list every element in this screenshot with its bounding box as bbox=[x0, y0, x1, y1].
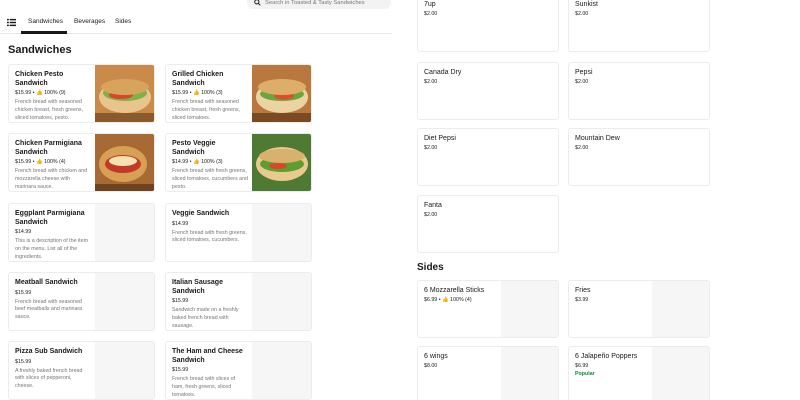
item-price: $6.99 bbox=[575, 362, 589, 369]
section-title-sandwiches: Sandwiches bbox=[8, 44, 72, 56]
item-price: $14.99 bbox=[172, 220, 189, 227]
item-name: Canada Dry bbox=[424, 69, 462, 76]
item-description: French bread with seasoned chicken breas… bbox=[172, 99, 241, 121]
menu-item-card[interactable]: Pesto Veggie Sandwich $14.99 • 👍 100% (3… bbox=[165, 133, 312, 192]
beverage-card[interactable]: 7up $2.00 bbox=[417, 0, 559, 52]
menu-item-card[interactable]: The Ham and Cheese Sandwich $15.99 Frenc… bbox=[165, 341, 312, 400]
item-price: $15.99 bbox=[172, 298, 189, 304]
beverage-card[interactable]: Canada Dry $2.00 bbox=[417, 62, 559, 120]
item-price-rating: $15.99 • 👍 100% (4) bbox=[15, 159, 66, 165]
item-name: Diet Pepsi bbox=[424, 135, 456, 142]
item-name: Sunkist bbox=[575, 1, 598, 8]
image-placeholder bbox=[95, 342, 154, 399]
image-placeholder bbox=[652, 281, 709, 337]
beverage-card[interactable]: Pepsi $2.00 bbox=[568, 62, 710, 120]
item-price: $2.00 bbox=[575, 144, 589, 151]
search-input[interactable] bbox=[265, 0, 387, 8]
item-price: $2.00 bbox=[424, 78, 438, 85]
item-description: French bread with fresh greens, sliced t… bbox=[172, 229, 247, 244]
category-list-icon[interactable] bbox=[7, 18, 16, 27]
item-price: $14.99 bbox=[15, 229, 32, 235]
item-name: Fanta bbox=[424, 202, 442, 209]
item-name: Italian Sausage Sandwich bbox=[172, 279, 223, 295]
side-item-card[interactable]: 6 wings $8.00 bbox=[417, 346, 559, 400]
active-tab-indicator bbox=[21, 31, 67, 34]
search-icon bbox=[254, 0, 261, 6]
item-name: Mountain Dew bbox=[575, 135, 620, 142]
item-name: Pizza Sub Sandwich bbox=[15, 348, 83, 355]
beverage-card[interactable]: Diet Pepsi $2.00 bbox=[417, 128, 559, 186]
item-price: $2.00 bbox=[575, 10, 589, 17]
menu-item-card[interactable]: Grilled Chicken Sandwich $15.99 • 👍 100%… bbox=[165, 64, 312, 123]
sandwich-photo bbox=[95, 134, 154, 191]
sandwich-photo bbox=[252, 65, 311, 122]
item-name: Pesto Veggie Sandwich bbox=[172, 140, 216, 156]
menu-item-card[interactable]: Chicken Parmigiana Sandwich $15.99 • 👍 1… bbox=[8, 133, 155, 192]
item-description: French bread with fresh greens, sliced t… bbox=[172, 168, 248, 190]
menu-item-card[interactable]: Italian Sausage Sandwich $15.99 Sandwich… bbox=[165, 272, 312, 331]
item-name: Chicken Parmigiana Sandwich bbox=[15, 140, 82, 156]
item-name: Eggplant Parmigiana Sandwich bbox=[15, 210, 85, 226]
image-placeholder bbox=[95, 204, 154, 261]
menu-item-card[interactable]: Meatball Sandwich $15.99 French bread wi… bbox=[8, 272, 155, 331]
item-name: Veggie Sandwich bbox=[172, 210, 230, 217]
item-name: Chicken Pesto Sandwich bbox=[15, 71, 64, 87]
tab-beverages[interactable]: Beverages bbox=[74, 18, 105, 25]
item-name: 6 Jalapeño Poppers bbox=[575, 353, 638, 360]
item-name: 6 Mozzarella Sticks bbox=[424, 287, 485, 294]
item-price: $2.00 bbox=[424, 10, 438, 17]
image-placeholder bbox=[252, 342, 311, 399]
item-description: A freshly baked french bread with slices… bbox=[15, 367, 83, 390]
menu-item-card[interactable]: Pizza Sub Sandwich $15.99 A freshly bake… bbox=[8, 341, 155, 400]
item-name: 6 wings bbox=[424, 353, 448, 360]
image-placeholder bbox=[501, 281, 558, 337]
menu-item-card[interactable]: Chicken Pesto Sandwich $15.99 • 👍 100% (… bbox=[8, 64, 155, 123]
item-price: $15.99 bbox=[15, 358, 32, 365]
menu-search-box[interactable] bbox=[247, 0, 391, 9]
item-description: Sandwich made on a freshly baked french … bbox=[172, 307, 239, 329]
item-price-rating: $14.99 • 👍 100% (3) bbox=[172, 159, 223, 165]
item-name: 7up bbox=[424, 1, 436, 8]
item-name: Grilled Chicken Sandwich bbox=[172, 71, 224, 87]
image-placeholder bbox=[652, 347, 709, 400]
item-description: French bread with slices of ham, fresh g… bbox=[172, 376, 236, 398]
item-price-rating: $15.99 • 👍 100% (9) bbox=[15, 90, 66, 96]
image-placeholder bbox=[252, 204, 311, 261]
item-name: Meatball Sandwich bbox=[15, 279, 78, 286]
beverage-card[interactable]: Sunkist $2.00 bbox=[568, 0, 710, 52]
image-placeholder bbox=[501, 347, 558, 400]
item-name: The Ham and Cheese Sandwich bbox=[172, 348, 243, 364]
item-price: $2.00 bbox=[575, 78, 589, 85]
item-price-rating: $6.99 • 👍 100% (4) bbox=[424, 296, 472, 303]
sandwich-photo bbox=[95, 65, 154, 122]
tab-sides[interactable]: Sides bbox=[115, 18, 131, 25]
item-name: Fries bbox=[575, 287, 591, 294]
sandwich-photo bbox=[252, 134, 311, 191]
item-description: French bread with chicken and mozzarella… bbox=[15, 168, 88, 190]
menu-item-card[interactable]: Eggplant Parmigiana Sandwich $14.99 This… bbox=[8, 203, 155, 262]
item-price: $15.99 bbox=[15, 289, 32, 296]
tab-sandwiches[interactable]: Sandwiches bbox=[28, 18, 63, 25]
item-price-rating: $15.99 • 👍 100% (3) bbox=[172, 90, 223, 96]
item-name: Pepsi bbox=[575, 69, 593, 76]
item-description: French bread with seasoned beef meatball… bbox=[15, 298, 83, 321]
side-item-card[interactable]: 6 Mozzarella Sticks $6.99 • 👍 100% (4) bbox=[417, 280, 559, 338]
item-price: $2.00 bbox=[424, 211, 438, 218]
item-price: $8.00 bbox=[424, 362, 438, 369]
beverage-card[interactable]: Mountain Dew $2.00 bbox=[568, 128, 710, 186]
menu-item-card[interactable]: Veggie Sandwich $14.99 French bread with… bbox=[165, 203, 312, 262]
section-title-sides: Sides bbox=[417, 262, 444, 273]
item-price: $15.99 bbox=[172, 367, 189, 373]
image-placeholder bbox=[252, 273, 311, 330]
item-price: $2.00 bbox=[424, 144, 438, 151]
side-item-card[interactable]: 6 Jalapeño Poppers $6.99 Popular bbox=[568, 346, 710, 400]
item-price: $3.99 bbox=[575, 296, 589, 303]
beverage-card[interactable]: Fanta $2.00 bbox=[417, 195, 559, 253]
side-item-card[interactable]: Fries $3.99 bbox=[568, 280, 710, 338]
item-description: This is a description of the item on the… bbox=[15, 238, 89, 260]
popular-badge: Popular bbox=[575, 370, 595, 377]
image-placeholder bbox=[95, 273, 154, 330]
item-description: French bread with seasoned chicken breas… bbox=[15, 99, 84, 121]
